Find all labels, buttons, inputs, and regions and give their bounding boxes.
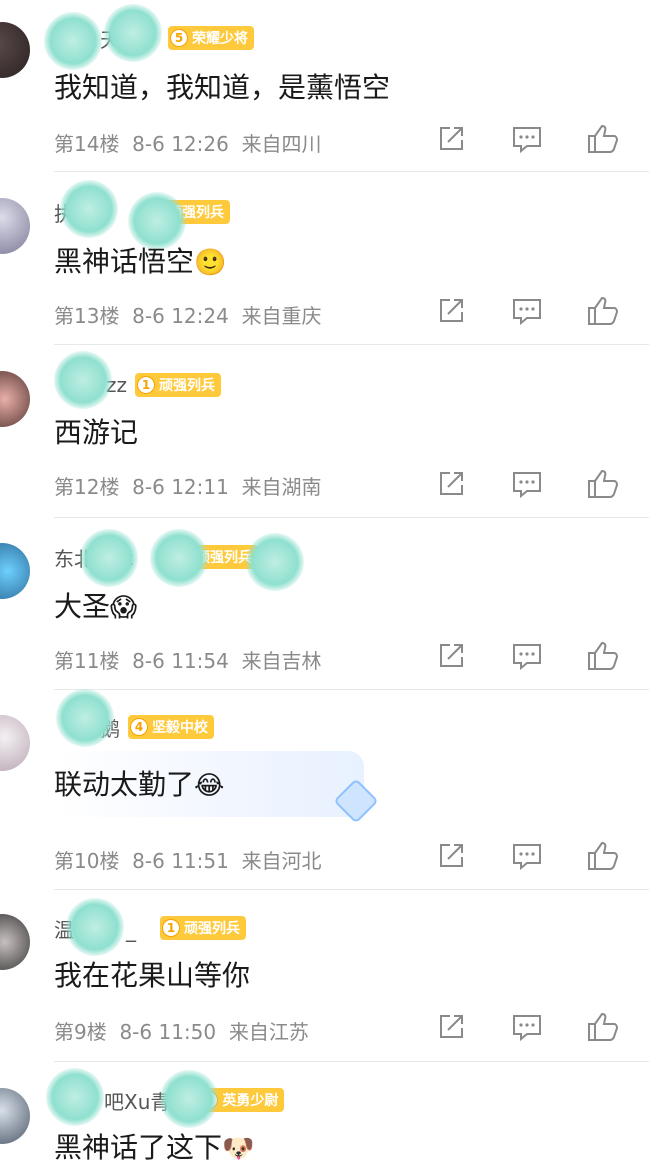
comment-item: zz 1 顽强列兵 西游记 第12楼 8-6 12:11 来自湖南 <box>0 345 649 518</box>
level-badge: 5 荣耀少将 <box>168 26 254 50</box>
share-icon[interactable] <box>434 839 468 873</box>
avatar[interactable] <box>0 1088 30 1144</box>
comment-item: 东北艺术 1 顽强列兵 大圣😱 第11楼 8-6 11:54 来自吉林 <box>0 517 649 690</box>
shock-emoji: 😱 <box>110 593 138 623</box>
avatar[interactable] <box>0 715 30 771</box>
comment-item: 吧Xu青春 3 英勇少尉 黑神话了这下🐶 <box>0 1062 649 1174</box>
laugh-emoji: 😂 <box>194 771 225 801</box>
share-icon[interactable] <box>434 294 468 328</box>
username[interactable]: 吧Xu青春 <box>54 1086 190 1115</box>
share-icon[interactable] <box>434 122 468 156</box>
comment-icon[interactable] <box>510 1010 544 1044</box>
level-badge: 3 英勇少尉 <box>198 1088 285 1112</box>
level-badge: 1 顽强列兵 <box>135 373 221 397</box>
comment-item: 执少 1 顽强列兵 黑神话悟空🙂 第13楼 8-6 12:24 来自重庆 <box>0 172 649 345</box>
thumbs-up-icon[interactable] <box>586 839 620 873</box>
comment-text: 我在花果山等你 <box>54 959 251 992</box>
comment-text: 西游记 <box>54 416 139 449</box>
comment-text: 大圣😱 <box>54 590 138 623</box>
comment-item: 鹅 4 坚毅中校 联动太勤了😂 第10楼 8-6 11:51 来自河北 <box>0 689 649 890</box>
comment-meta: 第9楼 8-6 11:50 来自江苏 <box>54 1020 309 1044</box>
username[interactable]: 执少 <box>54 198 94 227</box>
comment-icon[interactable] <box>510 294 544 328</box>
comment-text: 黑神话了这下🐶 <box>54 1131 255 1164</box>
comment-icon[interactable] <box>510 839 544 873</box>
username[interactable]: 温马_ <box>54 914 152 943</box>
comment-text: 我知道，我知道，是薰悟空 <box>54 71 391 104</box>
comment-text: 黑神话悟空🙂 <box>54 245 227 278</box>
username[interactable]: 天空、 <box>54 24 160 53</box>
comment-icon[interactable] <box>510 467 544 501</box>
comment-text: 联动太勤了😂 <box>54 768 225 801</box>
share-icon[interactable] <box>434 1010 468 1044</box>
smile-emoji: 🙂 <box>194 248 227 278</box>
thumbs-up-icon[interactable] <box>586 1010 620 1044</box>
level-badge: 4 坚毅中校 <box>128 715 214 739</box>
avatar[interactable] <box>0 543 30 599</box>
username[interactable]: 鹅 <box>54 713 120 742</box>
comment-meta: 第14楼 8-6 12:26 来自四川 <box>54 132 322 156</box>
username[interactable]: zz <box>54 373 127 397</box>
thumbs-up-icon[interactable] <box>586 294 620 328</box>
comment-meta: 第12楼 8-6 12:11 来自湖南 <box>54 475 322 499</box>
comment-item: 温马_ 1 顽强列兵 我在花果山等你 第9楼 8-6 11:50 来自江苏 <box>0 890 649 1062</box>
share-icon[interactable] <box>434 467 468 501</box>
thumbs-up-icon[interactable] <box>586 122 620 156</box>
doge-emoji: 🐶 <box>222 1134 255 1164</box>
comment-meta: 第11楼 8-6 11:54 来自吉林 <box>54 649 322 673</box>
comment-meta: 第13楼 8-6 12:24 来自重庆 <box>54 304 322 328</box>
level-badge: 1 顽强列兵 <box>160 916 246 940</box>
avatar[interactable] <box>0 914 30 970</box>
comment-meta: 第10楼 8-6 11:51 来自河北 <box>54 849 322 873</box>
comment-item: 天空、 5 荣耀少将 我知道，我知道，是薰悟空 第14楼 8-6 12:26 来自… <box>0 0 649 172</box>
thumbs-up-icon[interactable] <box>586 467 620 501</box>
share-icon[interactable] <box>434 639 468 673</box>
avatar[interactable] <box>0 22 30 78</box>
level-badge: 1 顽强列兵 <box>144 200 230 224</box>
thumbs-up-icon[interactable] <box>586 639 620 673</box>
comment-icon[interactable] <box>510 122 544 156</box>
level-badge: 1 顽强列兵 <box>172 545 258 569</box>
avatar[interactable] <box>0 371 30 427</box>
username[interactable]: 东北艺术 <box>54 543 134 572</box>
comment-icon[interactable] <box>510 639 544 673</box>
avatar[interactable] <box>0 198 30 254</box>
